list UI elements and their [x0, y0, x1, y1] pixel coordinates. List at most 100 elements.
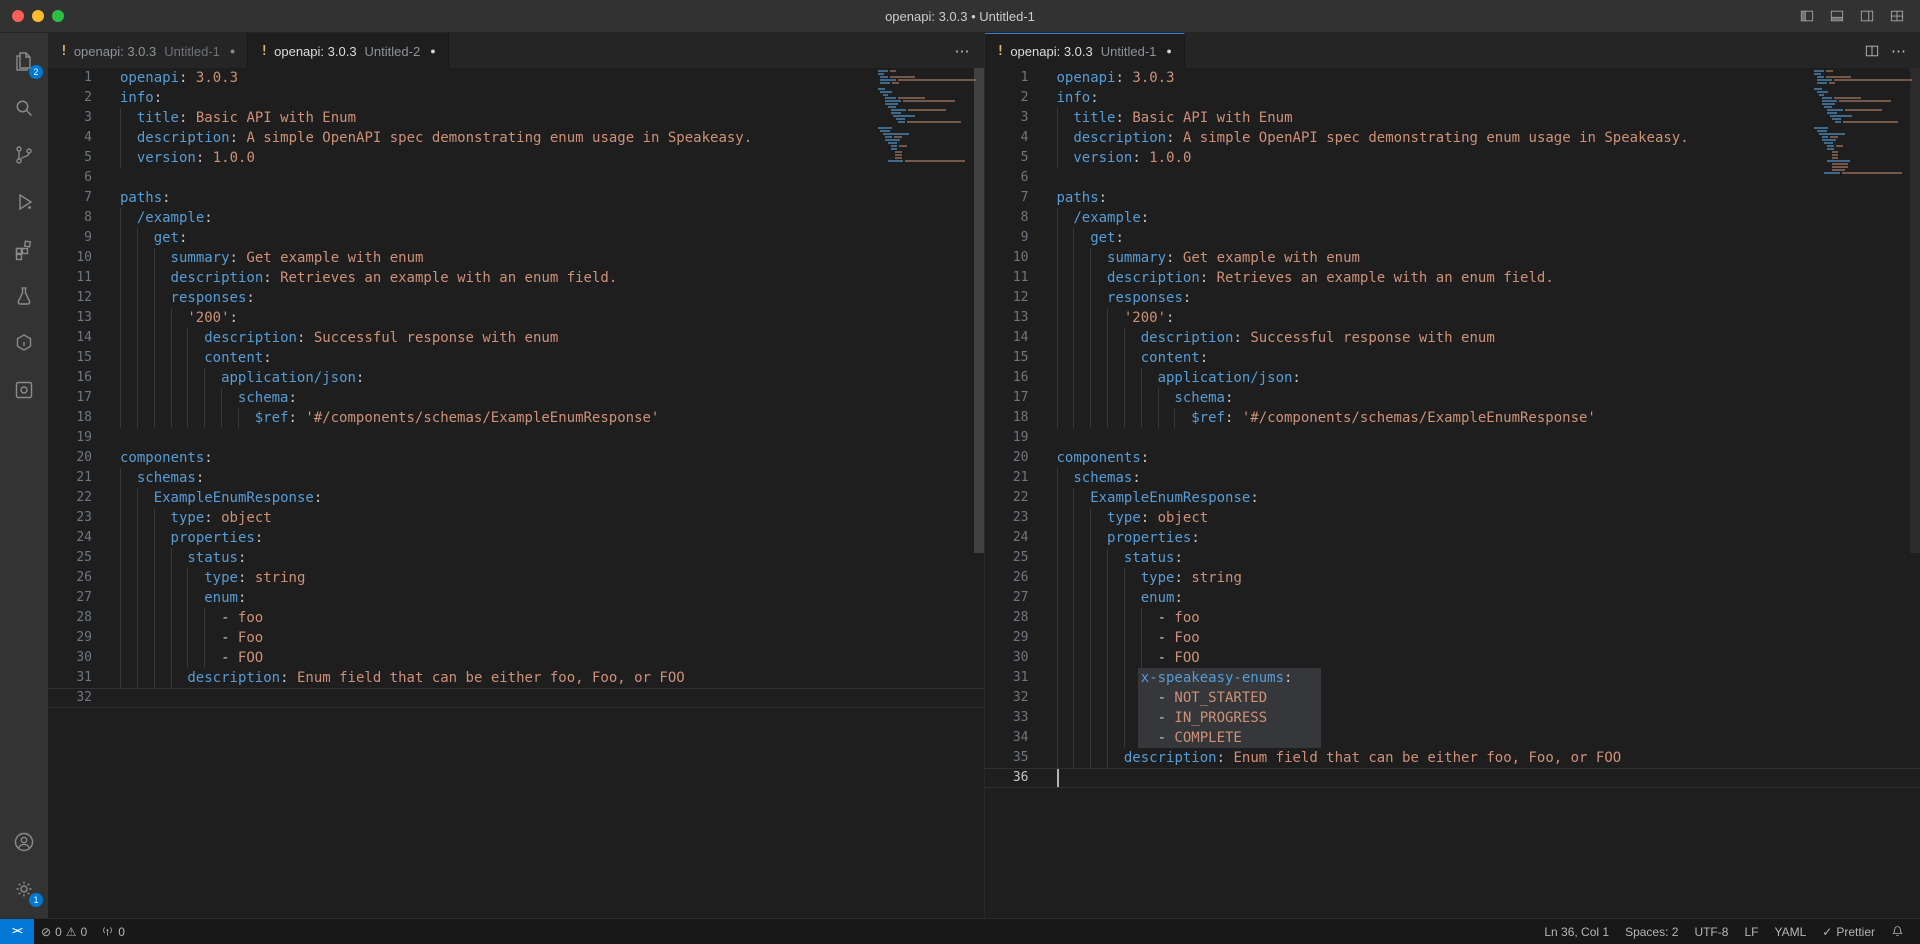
code-line[interactable]: 31description: Enum field that can be ei…	[48, 668, 984, 688]
code-line[interactable]: 17schema:	[48, 388, 984, 408]
ports-status[interactable]: 0	[94, 919, 132, 944]
toggle-panel-icon[interactable]	[1824, 4, 1850, 28]
language-mode-status[interactable]: YAML	[1766, 919, 1814, 944]
cursor-position-status[interactable]: Ln 36, Col 1	[1536, 919, 1617, 944]
code-line[interactable]: 30- FOO	[985, 648, 1920, 668]
code-line[interactable]: 3title: Basic API with Enum	[985, 108, 1920, 128]
formatter-status[interactable]: ✓ Prettier	[1814, 919, 1883, 944]
extension-view-hexagon-icon[interactable]	[0, 319, 48, 366]
code-line[interactable]: 14description: Successful response with …	[985, 328, 1920, 348]
code-line[interactable]: 5version: 1.0.0	[48, 148, 984, 168]
notifications-bell-icon[interactable]	[1883, 919, 1912, 944]
editor-tab[interactable]: !openapi: 3.0.3Untitled-2●	[248, 33, 448, 68]
code-line[interactable]: 2info:	[48, 88, 984, 108]
code-line[interactable]: 11description: Retrieves an example with…	[985, 268, 1920, 288]
zoom-window-button[interactable]	[52, 10, 64, 22]
code-line[interactable]: 13'200':	[48, 308, 984, 328]
code-line[interactable]: 28- foo	[48, 608, 984, 628]
code-line[interactable]: 6	[48, 168, 984, 188]
code-line[interactable]: 9get:	[48, 228, 984, 248]
code-line[interactable]: 20components:	[48, 448, 984, 468]
toggle-primary-sidebar-icon[interactable]	[1794, 4, 1820, 28]
eol-status[interactable]: LF	[1736, 919, 1766, 944]
code-line[interactable]: 27enum:	[48, 588, 984, 608]
problems-status[interactable]: ⊘ 0 ⚠ 0	[34, 919, 94, 944]
code-line[interactable]: 18$ref: '#/components/schemas/ExampleEnu…	[985, 408, 1920, 428]
code-line[interactable]: 12responses:	[985, 288, 1920, 308]
code-line[interactable]: 10summary: Get example with enum	[985, 248, 1920, 268]
code-line[interactable]: 15content:	[985, 348, 1920, 368]
search-icon[interactable]	[0, 84, 48, 131]
encoding-status[interactable]: UTF-8	[1686, 919, 1736, 944]
editor-tab[interactable]: !openapi: 3.0.3Untitled-1●	[48, 33, 248, 68]
code-line[interactable]: 4description: A simple OpenAPI spec demo…	[48, 128, 984, 148]
code-line[interactable]: 32- NOT_STARTED	[985, 688, 1920, 708]
vertical-scrollbar[interactable]	[1910, 68, 1920, 918]
code-line[interactable]: 26type: string	[48, 568, 984, 588]
code-line[interactable]: 29- Foo	[48, 628, 984, 648]
code-line[interactable]: 16application/json:	[48, 368, 984, 388]
minimap[interactable]	[1814, 70, 1906, 178]
code-line[interactable]: 14description: Successful response with …	[48, 328, 984, 348]
code-line[interactable]: 29- Foo	[985, 628, 1920, 648]
remote-indicator[interactable]: ><	[0, 919, 34, 944]
code-line[interactable]: 16application/json:	[985, 368, 1920, 388]
minimap[interactable]	[878, 70, 970, 166]
editor-tab[interactable]: !openapi: 3.0.3Untitled-1●	[985, 33, 1185, 68]
account-icon[interactable]	[0, 818, 48, 865]
code-line[interactable]: 17schema:	[985, 388, 1920, 408]
toggle-secondary-sidebar-icon[interactable]	[1854, 4, 1880, 28]
code-line[interactable]: 8/example:	[48, 208, 984, 228]
code-line[interactable]: 3title: Basic API with Enum	[48, 108, 984, 128]
code-line[interactable]: 2info:	[985, 88, 1920, 108]
more-actions-icon[interactable]: ⋯	[1891, 42, 1906, 60]
code-line[interactable]: 11description: Retrieves an example with…	[48, 268, 984, 288]
customize-layout-icon[interactable]	[1884, 4, 1910, 28]
code-line[interactable]: 10summary: Get example with enum	[48, 248, 984, 268]
split-editor-icon[interactable]	[1865, 44, 1879, 58]
code-line[interactable]: 9get:	[985, 228, 1920, 248]
scrollbar-slider[interactable]	[1910, 68, 1920, 553]
code-line[interactable]: 7paths:	[985, 188, 1920, 208]
code-line[interactable]: 5version: 1.0.0	[985, 148, 1920, 168]
run-and-debug-icon[interactable]	[0, 178, 48, 225]
code-line[interactable]: 27enum:	[985, 588, 1920, 608]
code-line[interactable]: 36	[985, 768, 1920, 788]
code-line[interactable]: 1openapi: 3.0.3	[985, 68, 1920, 88]
code-line[interactable]: 34- COMPLETE	[985, 728, 1920, 748]
code-line[interactable]: 13'200':	[985, 308, 1920, 328]
editor-pane[interactable]: 1openapi: 3.0.32info:3title: Basic API w…	[48, 68, 984, 918]
code-line[interactable]: 18$ref: '#/components/schemas/ExampleEnu…	[48, 408, 984, 428]
code-line[interactable]: 28- foo	[985, 608, 1920, 628]
code-line[interactable]: 21schemas:	[48, 468, 984, 488]
code-line[interactable]: 30- FOO	[48, 648, 984, 668]
code-line[interactable]: 15content:	[48, 348, 984, 368]
code-line[interactable]: 6	[985, 168, 1920, 188]
code-line[interactable]: 31x-speakeasy-enums:	[985, 668, 1920, 688]
extension-view-tools-icon[interactable]	[0, 366, 48, 413]
testing-beaker-icon[interactable]	[0, 272, 48, 319]
code-line[interactable]: 35description: Enum field that can be ei…	[985, 748, 1920, 768]
code-line[interactable]: 24properties:	[48, 528, 984, 548]
code-line[interactable]: 26type: string	[985, 568, 1920, 588]
code-line[interactable]: 25status:	[48, 548, 984, 568]
code-line[interactable]: 24properties:	[985, 528, 1920, 548]
code-line[interactable]: 4description: A simple OpenAPI spec demo…	[985, 128, 1920, 148]
code-line[interactable]: 12responses:	[48, 288, 984, 308]
settings-gear-icon[interactable]: 1	[0, 865, 48, 912]
source-control-icon[interactable]	[0, 131, 48, 178]
indentation-status[interactable]: Spaces: 2	[1617, 919, 1686, 944]
code-line[interactable]: 8/example:	[985, 208, 1920, 228]
editor-pane[interactable]: 1openapi: 3.0.32info:3title: Basic API w…	[985, 68, 1920, 918]
minimize-window-button[interactable]	[32, 10, 44, 22]
scrollbar-slider[interactable]	[974, 68, 984, 553]
code-line[interactable]: 33- IN_PROGRESS	[985, 708, 1920, 728]
code-line[interactable]: 23type: object	[48, 508, 984, 528]
explorer-icon[interactable]: 2	[0, 37, 48, 84]
code-line[interactable]: 19	[48, 428, 984, 448]
code-line[interactable]: 7paths:	[48, 188, 984, 208]
more-actions-icon[interactable]: ⋯	[955, 42, 970, 60]
close-window-button[interactable]	[12, 10, 24, 22]
code-line[interactable]: 22ExampleEnumResponse:	[985, 488, 1920, 508]
code-line[interactable]: 20components:	[985, 448, 1920, 468]
